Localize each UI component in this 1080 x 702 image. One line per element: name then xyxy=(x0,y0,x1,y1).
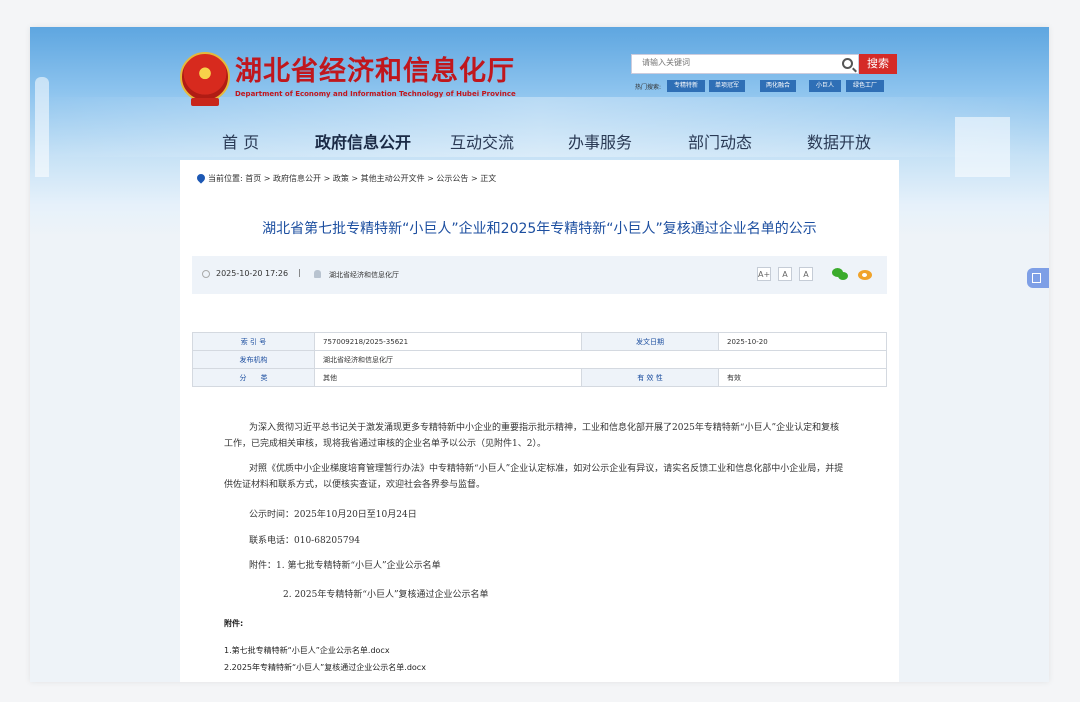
browser-frame: 湖北省经济和信息化厅 Department of Economy and Inf… xyxy=(30,27,1049,682)
index-label: 索 引 号 xyxy=(192,332,315,351)
category-label: 分 类 xyxy=(192,368,315,387)
meta-separator: | xyxy=(298,268,301,277)
attachments-heading: 附件: xyxy=(224,619,244,628)
nav-news[interactable]: 部门动态 xyxy=(688,129,752,153)
breadcrumb-path[interactable]: 首页 > 政府信息公开 > 政策 > 其他主动公开文件 > 公示公告 > 正文 xyxy=(245,174,496,183)
main-nav: 首 页 政府信息公开 互动交流 办事服务 部门动态 数据开放 xyxy=(210,129,900,159)
hot-tag-dxgj[interactable]: 单项冠军 xyxy=(709,80,745,92)
document-icon xyxy=(1032,273,1041,283)
search-input[interactable] xyxy=(642,58,822,67)
font-size-large-button[interactable]: A+ xyxy=(757,267,771,281)
issuer-label: 发布机构 xyxy=(192,350,315,369)
font-size-medium-button[interactable]: A xyxy=(778,267,792,281)
category-value: 其他 xyxy=(314,368,582,387)
breadcrumb: 当前位置: 首页 > 政府信息公开 > 政策 > 其他主动公开文件 > 公示公告… xyxy=(208,173,496,184)
weibo-share-icon[interactable] xyxy=(858,267,874,280)
hot-tag-lhrh[interactable]: 两化融合 xyxy=(760,80,796,92)
article-meta-bar: 2025-10-20 17:26 | 湖北省经济和信息化厅 A+ A A xyxy=(192,256,887,294)
font-size-small-button[interactable]: A xyxy=(799,267,813,281)
site-subtitle: Department of Economy and Information Te… xyxy=(235,90,516,98)
location-pin-icon xyxy=(195,172,207,184)
hot-search-label: 热门搜索: xyxy=(635,84,662,91)
contact-phone: 联系电话：010-68205794 xyxy=(249,536,361,546)
side-float-tab[interactable] xyxy=(1027,268,1049,288)
nav-open-data[interactable]: 数据开放 xyxy=(807,129,871,153)
publish-date: 2025-10-20 17:26 xyxy=(216,269,289,278)
validity-label: 有 效 性 xyxy=(581,368,719,387)
notice-period: 公示时间：2025年10月20日至10月24日 xyxy=(249,510,417,520)
search-icon[interactable] xyxy=(842,58,853,69)
search-box[interactable] xyxy=(631,54,859,74)
nav-services[interactable]: 办事服务 xyxy=(568,129,632,153)
document-info-table: 索 引 号 757009218/2025-35621 发文日期 2025-10-… xyxy=(192,332,887,387)
skyline-decoration xyxy=(35,77,49,177)
breadcrumb-label: 当前位置: xyxy=(208,174,243,183)
issue-date-value: 2025-10-20 xyxy=(718,332,887,351)
nav-home[interactable]: 首 页 xyxy=(222,129,259,153)
attachment-file-link[interactable]: 2.2025年专精特新“小巨人”复核通过企业公示名单.docx xyxy=(224,662,426,673)
body-paragraph-2: 对照《优质中小企业梯度培育管理暂行办法》中专精特新“小巨人”企业认定标准，如对公… xyxy=(224,464,844,490)
publisher-org: 湖北省经济和信息化厅 xyxy=(329,271,399,279)
clock-icon xyxy=(202,270,210,278)
attachment-line-2: 2. 2025年专精特新“小巨人”复核通过企业公示名单 xyxy=(283,590,489,600)
body-paragraph-1: 为深入贯彻习近平总书记关于激发涌现更多专精特新中小企业的重要指示批示精神，工业和… xyxy=(224,423,840,449)
hot-tag-xjr[interactable]: 小巨人 xyxy=(809,80,841,92)
nav-interaction[interactable]: 互动交流 xyxy=(450,129,514,153)
hot-tag-lsgc[interactable]: 绿色工厂 xyxy=(846,80,884,92)
skyline-decoration-right xyxy=(955,117,1010,177)
hot-tag-zjtx[interactable]: 专精特新 xyxy=(667,80,705,92)
attachment-file-link[interactable]: 1.第七批专精特新“小巨人”企业公示名单.docx xyxy=(224,645,390,656)
article-title: 湖北省第七批专精特新“小巨人”企业和2025年专精特新“小巨人”复核通过企业名单… xyxy=(262,221,817,237)
site-title[interactable]: 湖北省经济和信息化厅 xyxy=(235,49,515,88)
attachment-line-1: 附件：1. 第七批专精特新“小巨人”企业公示名单 xyxy=(249,561,441,571)
article-panel: 当前位置: 首页 > 政府信息公开 > 政策 > 其他主动公开文件 > 公示公告… xyxy=(180,160,899,682)
search-button[interactable]: 搜索 xyxy=(859,54,897,74)
validity-value: 有效 xyxy=(718,368,887,387)
user-icon xyxy=(314,270,321,278)
issue-date-label: 发文日期 xyxy=(581,332,719,351)
nav-gov-info[interactable]: 政府信息公开 xyxy=(315,129,411,153)
index-value: 757009218/2025-35621 xyxy=(314,332,582,351)
issuer-value: 湖北省经济和信息化厅 xyxy=(314,350,887,369)
wechat-share-icon[interactable] xyxy=(832,268,848,280)
national-emblem-icon xyxy=(180,52,230,106)
